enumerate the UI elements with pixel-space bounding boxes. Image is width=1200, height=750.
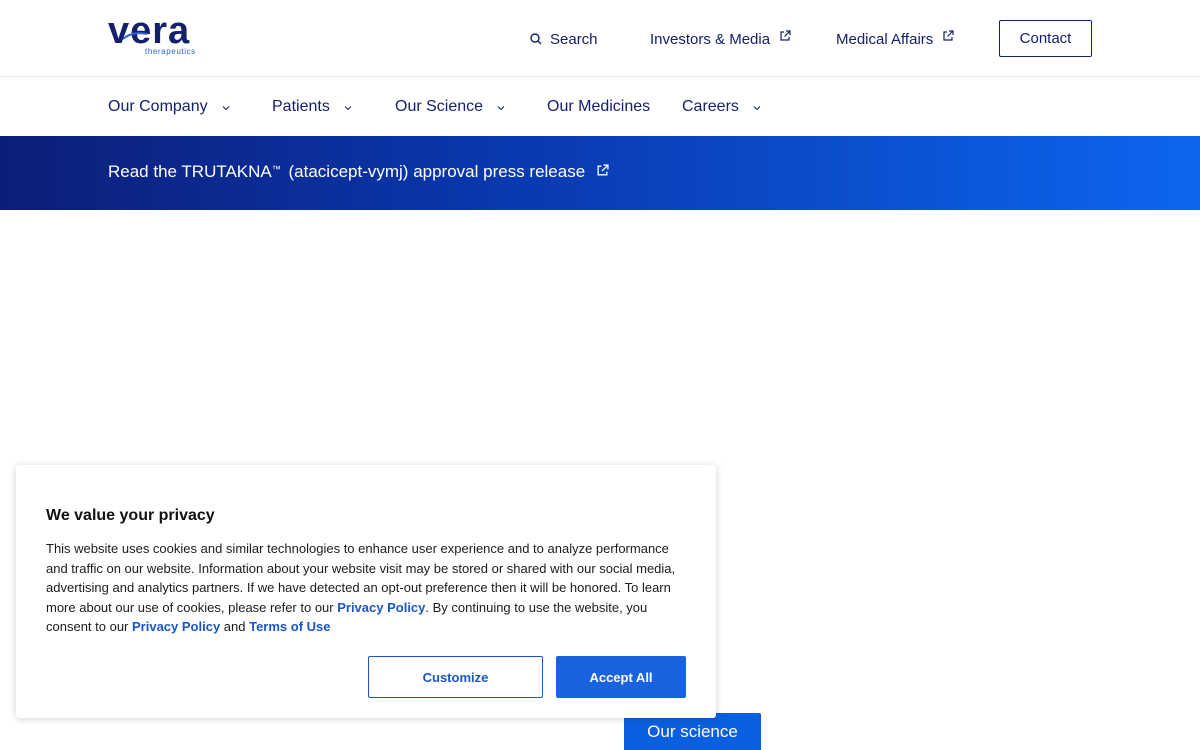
medical-affairs-label: Medical Affairs bbox=[836, 30, 934, 48]
nav-item-our-company[interactable]: Our Company bbox=[108, 97, 230, 117]
top-header: vera therapeutics Search Investors & Med… bbox=[0, 0, 1200, 77]
nav-item-careers[interactable]: Careers bbox=[682, 97, 761, 117]
cookie-title: We value your privacy bbox=[46, 507, 215, 524]
banner-prefix: Read the TRUTAKNA bbox=[108, 162, 272, 181]
chevron-down-icon bbox=[344, 106, 352, 111]
search-link[interactable]: Search bbox=[530, 28, 598, 50]
customize-button[interactable]: Customize bbox=[368, 656, 543, 698]
external-link-icon bbox=[943, 30, 954, 41]
cookie-consent-dialog: We value your privacy This website uses … bbox=[16, 465, 716, 718]
privacy-policy-link[interactable]: Privacy Policy bbox=[337, 600, 425, 615]
vera-logo[interactable]: vera therapeutics bbox=[108, 11, 214, 59]
cookie-description: This website uses cookies and similar te… bbox=[46, 539, 688, 637]
logo-subtitle: therapeutics bbox=[145, 47, 196, 56]
logo-swoosh-icon bbox=[122, 32, 148, 40]
external-link-icon bbox=[780, 30, 791, 41]
external-link-icon bbox=[597, 163, 609, 175]
investors-media-link[interactable]: Investors & Media bbox=[650, 28, 791, 50]
terms-of-use-link[interactable]: Terms of Use bbox=[249, 619, 330, 634]
main-navigation: Our Company Patients Our Science Our Med… bbox=[0, 78, 1200, 136]
accept-all-button[interactable]: Accept All bbox=[556, 656, 686, 698]
nav-item-patients[interactable]: Patients bbox=[272, 97, 352, 117]
logo-wordmark: vera bbox=[108, 10, 191, 52]
nav-item-our-science[interactable]: Our Science bbox=[395, 97, 505, 117]
chevron-down-icon bbox=[497, 106, 505, 111]
cookie-text-part: and bbox=[220, 619, 250, 634]
nav-item-label: Our Medicines bbox=[547, 98, 651, 115]
search-icon bbox=[530, 33, 542, 45]
medical-affairs-link[interactable]: Medical Affairs bbox=[836, 28, 954, 50]
nav-item-label: Our Company bbox=[108, 98, 208, 115]
our-science-button[interactable]: Our science bbox=[624, 713, 761, 750]
chevron-down-icon bbox=[753, 106, 761, 111]
privacy-policy-link[interactable]: Privacy Policy bbox=[132, 619, 220, 634]
chevron-down-icon bbox=[222, 106, 229, 111]
nav-item-label: Our Science bbox=[395, 98, 484, 115]
banner-suffix: (atacicept-vymj) approval press release bbox=[283, 162, 586, 181]
investors-media-label: Investors & Media bbox=[650, 30, 771, 48]
trademark-symbol: ™ bbox=[271, 164, 281, 174]
search-label: Search bbox=[550, 30, 598, 48]
announcement-banner: Read the TRUTAKNA ™ (atacicept-vymj) app… bbox=[0, 136, 1200, 210]
press-release-link[interactable]: Read the TRUTAKNA ™ (atacicept-vymj) app… bbox=[108, 161, 609, 183]
contact-button[interactable]: Contact bbox=[999, 20, 1092, 57]
nav-item-label: Careers bbox=[682, 98, 739, 115]
nav-item-label: Patients bbox=[272, 98, 330, 115]
nav-item-our-medicines[interactable]: Our Medicines bbox=[547, 97, 650, 117]
